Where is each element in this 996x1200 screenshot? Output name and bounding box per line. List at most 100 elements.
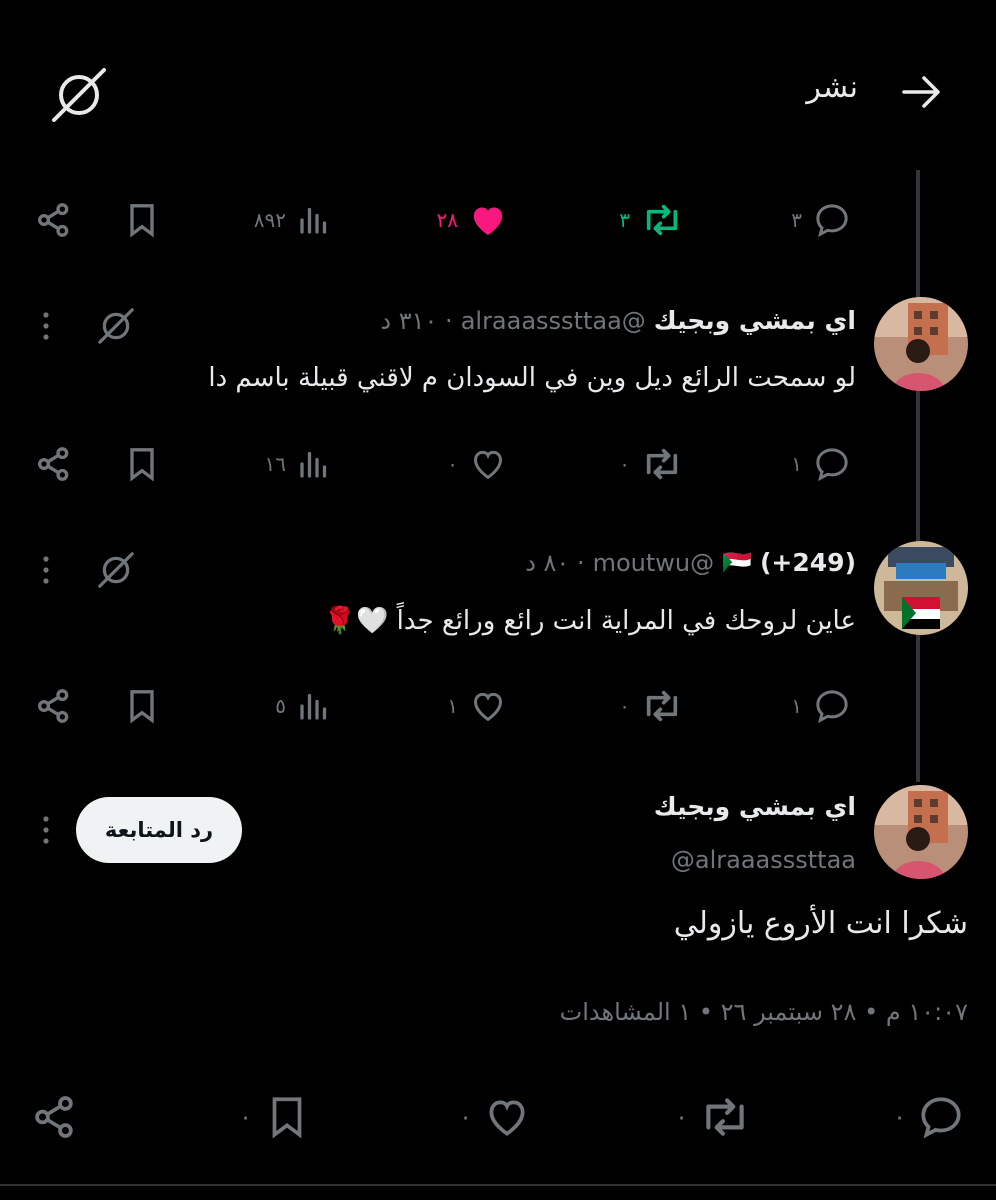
share-icon (38, 447, 69, 481)
heart-filled-icon (473, 207, 503, 235)
share-button[interactable] (34, 200, 74, 244)
repost-button[interactable]: ٣ (619, 200, 684, 240)
reply-count: ٣ (791, 208, 802, 232)
repost-count: ٠ (619, 452, 630, 476)
reply-icon (921, 1097, 961, 1139)
bookmark-button[interactable] (122, 686, 162, 730)
bookmark-icon (130, 448, 154, 482)
heart-icon (473, 450, 503, 480)
views-button[interactable]: ٨٩٢ (254, 200, 332, 240)
avatar[interactable] (874, 297, 968, 391)
avatar-photo (874, 785, 968, 879)
reply-icon (816, 448, 848, 482)
repost-count: ٠ (675, 1103, 688, 1131)
display-name[interactable]: (249+) (760, 548, 856, 577)
grok-icon (52, 68, 106, 122)
more-icon (43, 312, 49, 340)
bookmark-icon (272, 1097, 302, 1139)
repost-count: ٣ (619, 208, 630, 232)
like-button[interactable]: ١ (447, 686, 508, 726)
repost-icon (646, 690, 678, 722)
reply-button[interactable]: ٠ (893, 1092, 966, 1142)
username[interactable]: @moutwu (593, 549, 715, 577)
reply-icon (816, 204, 848, 238)
bookmark-count: ٠ (239, 1103, 252, 1131)
bookmark-icon (130, 690, 154, 724)
avatar-photo (874, 297, 968, 391)
arrow-right-icon (902, 76, 940, 108)
divider (0, 1184, 996, 1186)
views-icon (300, 207, 327, 234)
repost-count: ٠ (619, 694, 630, 718)
tweet-text: عاين لروحك في المراية انت رائع ورائع جدا… (323, 606, 856, 636)
more-icon (43, 816, 49, 844)
like-count: ١ (447, 694, 458, 718)
flag-emoji: 🇸🇩 (722, 548, 752, 577)
share-button[interactable] (34, 444, 74, 488)
page-title: نشر (806, 70, 858, 105)
thread-line (916, 170, 920, 782)
reply-button[interactable]: ١ (791, 444, 852, 484)
repost-button[interactable]: ٠ (619, 686, 684, 726)
back-button[interactable] (898, 70, 946, 114)
like-count: ٠ (447, 452, 458, 476)
share-icon (35, 1096, 73, 1138)
reply-count: ١ (791, 452, 802, 476)
repost-icon (646, 204, 678, 236)
reply-icon (816, 690, 848, 724)
more-options-button[interactable] (40, 310, 52, 346)
views-button[interactable]: ١٦ (265, 444, 332, 484)
username[interactable]: @alraaasssttaa (671, 846, 856, 874)
views-icon (300, 693, 327, 720)
display-name[interactable]: اي بمشي وبجيك (654, 306, 856, 335)
display-name[interactable]: اي بمشي وبجيك (654, 792, 856, 821)
grok-button[interactable] (96, 550, 136, 594)
avatar-photo (874, 541, 968, 635)
views-count: ٥ (275, 694, 286, 718)
heart-icon (489, 1100, 525, 1136)
views-button[interactable]: ٥ (275, 686, 332, 726)
username[interactable]: @alraaasssttaa (461, 307, 646, 335)
timestamp[interactable]: · ٨٠ د (525, 549, 584, 577)
share-icon (38, 689, 69, 723)
like-count: ٢٨ (436, 208, 458, 232)
more-icon (43, 556, 49, 584)
grok-icon (98, 552, 134, 588)
like-button[interactable]: ٠ (447, 444, 508, 484)
repost-icon (706, 1098, 744, 1136)
heart-icon (473, 692, 503, 722)
views-count: ١٦ (264, 452, 286, 476)
repost-icon (646, 448, 678, 480)
grok-button[interactable] (96, 306, 136, 350)
more-options-button[interactable] (40, 814, 52, 850)
tweet-header: اي بمشي وبجيك @alraaasssttaa · ٣١٠ د (380, 306, 856, 335)
repost-button[interactable]: ٠ (675, 1092, 752, 1142)
timestamp[interactable]: · ٣١٠ د (380, 307, 452, 335)
grok-button[interactable] (48, 64, 110, 126)
like-button[interactable]: ٢٨ (437, 200, 508, 240)
reply-count: ١ (791, 694, 802, 718)
bookmark-button[interactable]: ٠ (239, 1092, 312, 1142)
follow-back-button[interactable]: رد المتابعة (76, 797, 242, 863)
tweet-header: (249+) 🇸🇩 @moutwu · ٨٠ د (525, 548, 856, 577)
like-button[interactable]: ٠ (459, 1092, 532, 1142)
avatar[interactable] (874, 785, 968, 879)
bookmark-button[interactable] (122, 444, 162, 488)
avatar[interactable] (874, 541, 968, 635)
bookmark-button[interactable] (122, 200, 162, 244)
repost-button[interactable]: ٠ (619, 444, 684, 484)
more-options-button[interactable] (40, 554, 52, 590)
bookmark-icon (130, 204, 154, 238)
reply-count: ٠ (893, 1103, 906, 1131)
reply-button[interactable]: ١ (791, 686, 852, 726)
views-count: ٨٩٢ (253, 208, 286, 232)
reply-button[interactable]: ٣ (791, 200, 852, 240)
like-count: ٠ (459, 1103, 472, 1131)
share-button[interactable] (34, 686, 74, 730)
tweet-text: لو سمحت الرائع ديل وين في السودان م لاقن… (208, 363, 856, 393)
share-button[interactable] (30, 1092, 80, 1146)
views-icon (300, 451, 327, 478)
tweet-meta[interactable]: ١٠:٠٧ م • ٢٨ سبتمبر ٢٦ • ١ المشاهدات (560, 998, 968, 1026)
tweet-text: شكرا انت الأروع يازولي (673, 906, 968, 941)
grok-icon (98, 308, 134, 344)
